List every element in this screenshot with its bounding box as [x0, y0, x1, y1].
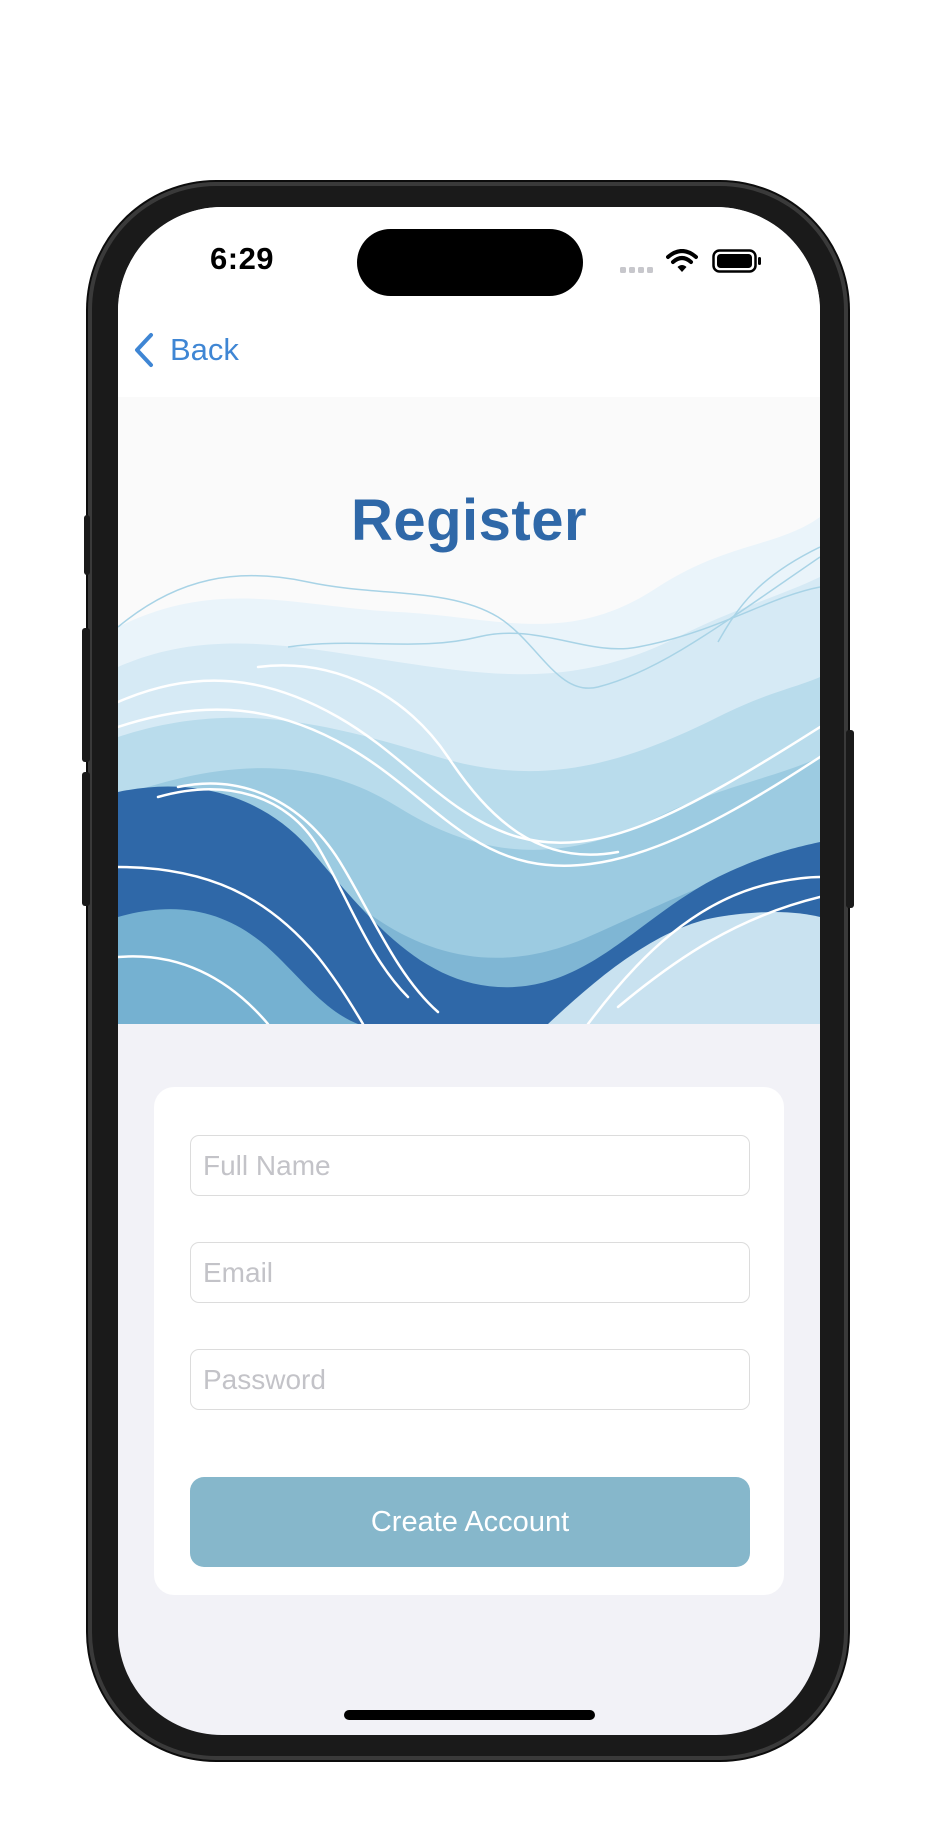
registration-form: Create Account	[154, 1087, 784, 1595]
password-field[interactable]	[190, 1349, 750, 1410]
back-button[interactable]: Back	[132, 325, 239, 375]
volume-down-button	[82, 772, 90, 906]
action-button	[84, 515, 90, 575]
volume-up-button	[82, 628, 90, 762]
chevron-left-icon	[135, 333, 153, 367]
hero-banner: Register	[118, 397, 820, 1024]
full-name-input[interactable]	[191, 1136, 749, 1195]
signal-icon	[620, 267, 653, 273]
back-label: Back	[170, 332, 239, 367]
battery-icon	[712, 249, 761, 273]
page-title: Register	[350, 488, 588, 553]
email-input[interactable]	[191, 1243, 749, 1302]
dynamic-island	[357, 229, 583, 296]
status-time: 6:29	[210, 241, 275, 276]
screen: 6:29 Back Register Full Name Email Creat…	[118, 207, 820, 1735]
full-name-field[interactable]	[190, 1135, 750, 1196]
create-account-button[interactable]: Create Account	[190, 1477, 750, 1567]
email-field[interactable]	[190, 1242, 750, 1303]
power-button	[846, 730, 854, 908]
wifi-icon	[666, 249, 698, 272]
home-indicator	[344, 1710, 595, 1720]
password-input[interactable]	[191, 1350, 749, 1409]
